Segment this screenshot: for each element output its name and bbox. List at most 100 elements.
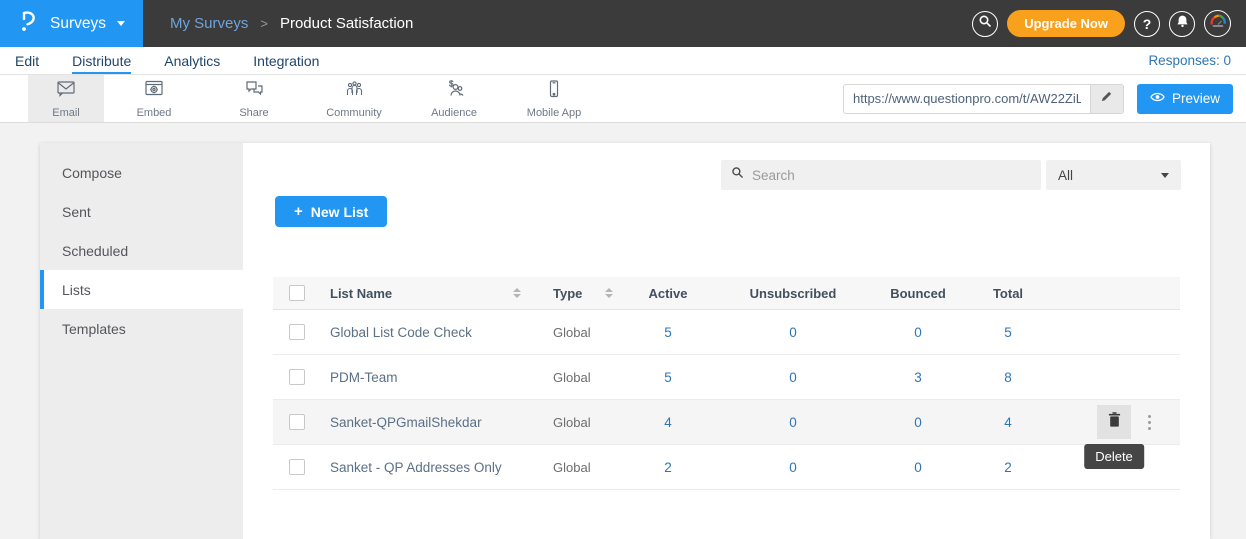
breadcrumb-separator: >: [260, 16, 268, 31]
pencil-icon: [1100, 90, 1113, 108]
filter-row: All: [721, 160, 1181, 190]
sidebar-item-compose[interactable]: Compose: [40, 153, 243, 192]
survey-nav: Edit Distribute Analytics Integration Re…: [0, 47, 1246, 75]
tab-integration[interactable]: Integration: [253, 47, 319, 74]
total-count-link[interactable]: 4: [963, 415, 1053, 430]
share-icon: [243, 79, 265, 104]
unsubscribed-count-link[interactable]: 0: [713, 325, 873, 340]
sidebar-item-sent[interactable]: Sent: [40, 192, 243, 231]
help-button[interactable]: ?: [1134, 11, 1160, 37]
row-checkbox[interactable]: [289, 459, 305, 475]
list-search-input[interactable]: [752, 168, 1031, 183]
row-checkbox[interactable]: [289, 324, 305, 340]
total-count-link[interactable]: 5: [963, 325, 1053, 340]
channel-mobile-app[interactable]: Mobile App: [504, 75, 604, 122]
channel-share-label: Share: [239, 107, 268, 119]
tab-edit[interactable]: Edit: [15, 47, 39, 74]
breadcrumb-my-surveys[interactable]: My Surveys: [170, 15, 248, 32]
total-count-link[interactable]: 2: [963, 460, 1053, 475]
product-label: Surveys: [50, 15, 106, 33]
channel-share[interactable]: Share: [204, 75, 304, 122]
row-checkbox[interactable]: [289, 414, 305, 430]
header-list-name: List Name: [330, 286, 392, 301]
sidebar-item-scheduled[interactable]: Scheduled: [40, 231, 243, 270]
channel-audience-label: Audience: [431, 107, 477, 119]
sidebar-item-lists[interactable]: Lists: [40, 270, 243, 309]
channel-audience[interactable]: $ Audience: [404, 75, 504, 122]
unsubscribed-count-link[interactable]: 0: [713, 460, 873, 475]
channel-mobile-app-label: Mobile App: [527, 107, 581, 119]
survey-nav-tabs: Edit Distribute Analytics Integration: [15, 47, 319, 74]
unsubscribed-count-link[interactable]: 0: [713, 370, 873, 385]
delete-list-button[interactable]: Delete: [1097, 405, 1131, 439]
channel-community-label: Community: [326, 107, 382, 119]
toolbar-right: Preview: [843, 75, 1246, 122]
total-count-link[interactable]: 8: [963, 370, 1053, 385]
table-row: PDM-Team Global 5 0 3 8: [273, 355, 1180, 400]
chevron-down-icon: [117, 21, 125, 26]
list-type: Global: [553, 370, 591, 385]
list-filter-dropdown[interactable]: All: [1046, 160, 1181, 190]
search-button[interactable]: [972, 11, 998, 37]
tab-analytics[interactable]: Analytics: [164, 47, 220, 74]
channel-community[interactable]: Community: [304, 75, 404, 122]
search-icon: [731, 166, 744, 184]
bounced-count-link[interactable]: 3: [873, 370, 963, 385]
list-name-link[interactable]: Sanket-QPGmailShekdar: [330, 415, 482, 430]
notifications-button[interactable]: [1169, 11, 1195, 37]
mobile-app-icon: [543, 79, 565, 104]
active-count-link[interactable]: 2: [623, 460, 713, 475]
select-all-checkbox[interactable]: [289, 285, 305, 301]
community-icon: [343, 79, 365, 104]
responses-count[interactable]: Responses: 0: [1148, 53, 1231, 68]
bell-icon: [1176, 14, 1189, 33]
unsubscribed-count-link[interactable]: 0: [713, 415, 873, 430]
channel-email[interactable]: Email: [28, 75, 104, 122]
bounced-count-link[interactable]: 0: [873, 415, 963, 430]
channel-email-label: Email: [52, 107, 80, 119]
active-count-link[interactable]: 4: [623, 415, 713, 430]
distribute-toolbar: Email Embed Shar: [0, 75, 1246, 123]
tab-distribute[interactable]: Distribute: [72, 47, 131, 74]
row-checkbox[interactable]: [289, 369, 305, 385]
embed-icon: [143, 79, 165, 104]
list-type: Global: [553, 415, 591, 430]
email-icon: [55, 79, 77, 104]
survey-title: Product Satisfaction: [280, 15, 413, 32]
channel-embed[interactable]: Embed: [104, 75, 204, 122]
top-bar: Surveys My Surveys > Product Satisfactio…: [0, 0, 1246, 47]
preview-label: Preview: [1172, 91, 1220, 106]
lists-table: List Name Type Active Unsubscribed Bounc…: [273, 277, 1180, 490]
gauge-avatar-icon: [1209, 13, 1227, 34]
list-name-link[interactable]: Sanket - QP Addresses Only: [330, 460, 502, 475]
row-menu-button[interactable]: [1144, 411, 1155, 434]
active-count-link[interactable]: 5: [623, 325, 713, 340]
questionpro-logo-icon: [17, 8, 41, 39]
list-name-link[interactable]: PDM-Team: [330, 370, 398, 385]
header-bounced: Bounced: [873, 286, 963, 301]
chevron-down-icon: [1161, 173, 1169, 178]
bounced-count-link[interactable]: 0: [873, 325, 963, 340]
list-name-link[interactable]: Global List Code Check: [330, 325, 472, 340]
upgrade-now-button[interactable]: Upgrade Now: [1007, 10, 1125, 37]
trash-icon: [1107, 411, 1122, 433]
bounced-count-link[interactable]: 0: [873, 460, 963, 475]
account-avatar[interactable]: [1204, 10, 1231, 37]
email-card: Compose Sent Scheduled Lists Templates: [40, 143, 1210, 539]
filter-value: All: [1058, 168, 1073, 183]
survey-url-box: [843, 84, 1124, 114]
breadcrumb: My Surveys > Product Satisfaction: [170, 0, 413, 47]
active-count-link[interactable]: 5: [623, 370, 713, 385]
table-header-row: List Name Type Active Unsubscribed Bounc…: [273, 277, 1180, 310]
survey-url-input[interactable]: [844, 85, 1090, 113]
product-switcher[interactable]: Surveys: [0, 0, 143, 47]
preview-button[interactable]: Preview: [1137, 84, 1233, 114]
channel-embed-label: Embed: [137, 107, 172, 119]
plus-icon: +: [294, 203, 303, 220]
sort-list-name-icon[interactable]: [513, 288, 521, 298]
edit-url-button[interactable]: [1090, 85, 1123, 113]
sidebar-item-templates[interactable]: Templates: [40, 309, 243, 348]
header-unsubscribed: Unsubscribed: [713, 286, 873, 301]
new-list-button[interactable]: + New List: [275, 196, 387, 227]
sort-type-icon[interactable]: [605, 288, 613, 298]
